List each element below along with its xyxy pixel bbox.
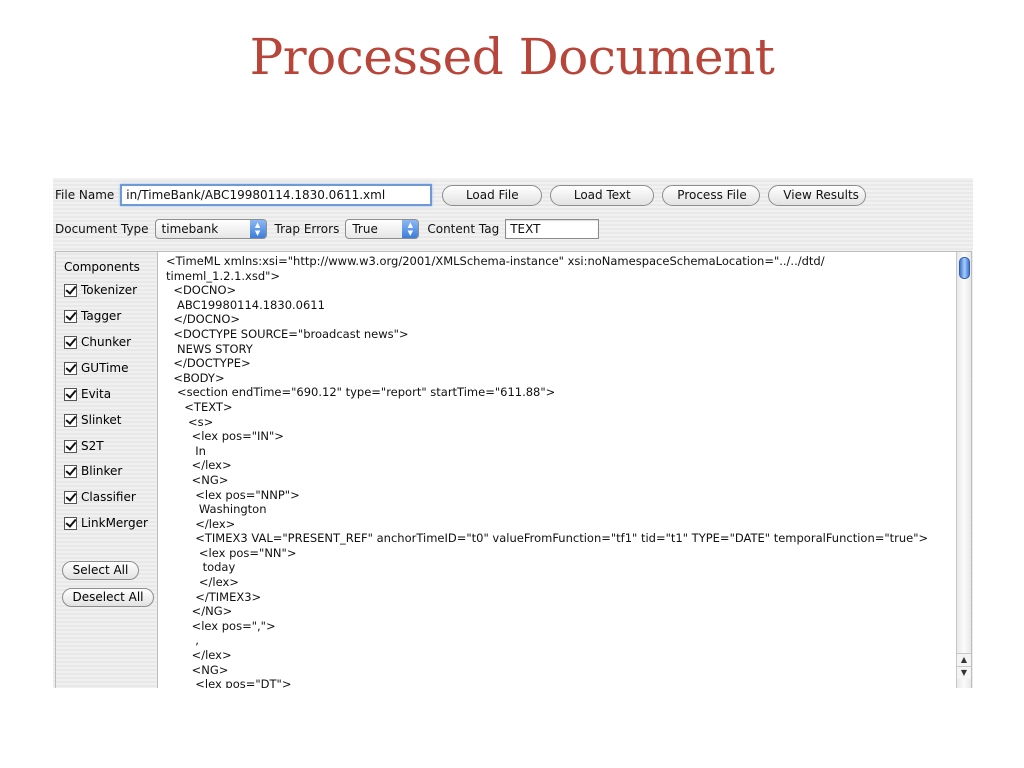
- components-header: Components: [64, 260, 140, 274]
- component-checkbox-chunker[interactable]: Chunker: [64, 335, 131, 349]
- updown-arrows-icon: ▲ ▼: [249, 220, 266, 238]
- checkbox-checked-icon: [64, 516, 77, 530]
- component-checkbox-tokenizer[interactable]: Tokenizer: [64, 283, 137, 297]
- component-label: Classifier: [81, 490, 136, 504]
- document-type-select[interactable]: timebank ▲ ▼: [154, 219, 267, 239]
- trap-errors-label: Trap Errors: [274, 222, 340, 236]
- component-checkbox-slinket[interactable]: Slinket: [64, 413, 122, 427]
- component-label: Chunker: [81, 335, 132, 349]
- checkbox-checked-icon: [64, 464, 77, 478]
- load-file-button[interactable]: Load File: [442, 184, 543, 206]
- document-text-area[interactable]: <TimeML xmlns:xsi="http://www.w3.org/200…: [157, 251, 972, 688]
- view-results-button[interactable]: View Results: [768, 184, 867, 206]
- component-label: Tagger: [81, 309, 122, 323]
- scroll-down-arrow-icon[interactable]: ▼: [957, 666, 971, 679]
- component-label: Evita: [81, 387, 112, 401]
- checkbox-checked-icon: [64, 439, 77, 453]
- load-text-button[interactable]: Load Text: [550, 184, 655, 206]
- component-checkbox-linkmerger[interactable]: LinkMerger: [64, 516, 148, 530]
- file-toolbar: File Name in/TimeBank/ABC19980114.1830.0…: [53, 183, 867, 207]
- file-name-label: File Name: [55, 188, 115, 202]
- file-name-input[interactable]: in/TimeBank/ABC19980114.1830.0611.xml: [120, 184, 433, 206]
- components-panel: Components Tokenizer Tagger Chunker GUTi…: [55, 251, 158, 688]
- scroll-up-arrow-icon[interactable]: ▲: [957, 653, 971, 666]
- document-type-label: Document Type: [55, 222, 149, 236]
- checkbox-checked-icon: [64, 283, 77, 297]
- component-label: S2T: [81, 439, 104, 453]
- content-tag-label: Content Tag: [427, 222, 500, 236]
- component-checkbox-evita[interactable]: Evita: [64, 387, 111, 401]
- component-checkbox-s2t[interactable]: S2T: [64, 439, 104, 453]
- options-toolbar: Document Type timebank ▲ ▼ Trap Errors Tr…: [53, 218, 600, 240]
- document-text: <TimeML xmlns:xsi="http://www.w3.org/200…: [166, 254, 929, 688]
- component-label: Blinker: [81, 464, 123, 478]
- vertical-scrollbar[interactable]: ▲ ▼: [956, 252, 971, 688]
- trap-errors-select[interactable]: True ▲ ▼: [345, 219, 420, 239]
- document-type-value: timebank: [161, 222, 219, 236]
- process-file-button[interactable]: Process File: [662, 184, 761, 206]
- checkbox-checked-icon: [64, 361, 77, 375]
- checkbox-checked-icon: [64, 490, 77, 504]
- component-label: GUTime: [81, 361, 129, 375]
- slide-title: Processed Document: [249, 28, 775, 86]
- scroll-thumb[interactable]: [959, 257, 970, 279]
- select-all-button[interactable]: Select All: [62, 561, 139, 580]
- app-window: File Name in/TimeBank/ABC19980114.1830.0…: [53, 178, 973, 688]
- checkbox-checked-icon: [64, 413, 77, 427]
- checkbox-checked-icon: [64, 309, 77, 323]
- component-label: Slinket: [81, 413, 122, 427]
- component-checkbox-gutime[interactable]: GUTime: [64, 361, 128, 375]
- deselect-all-button[interactable]: Deselect All: [62, 588, 154, 607]
- checkbox-checked-icon: [64, 387, 77, 401]
- updown-arrows-icon: ▲ ▼: [402, 220, 419, 238]
- component-label: LinkMerger: [81, 516, 148, 530]
- trap-errors-value: True: [352, 222, 378, 236]
- component-checkbox-classifier[interactable]: Classifier: [64, 490, 136, 504]
- component-label: Tokenizer: [81, 283, 138, 297]
- content-tag-input[interactable]: TEXT: [505, 219, 600, 239]
- component-checkbox-blinker[interactable]: Blinker: [64, 464, 122, 478]
- component-checkbox-tagger[interactable]: Tagger: [64, 309, 121, 323]
- checkbox-checked-icon: [64, 335, 77, 349]
